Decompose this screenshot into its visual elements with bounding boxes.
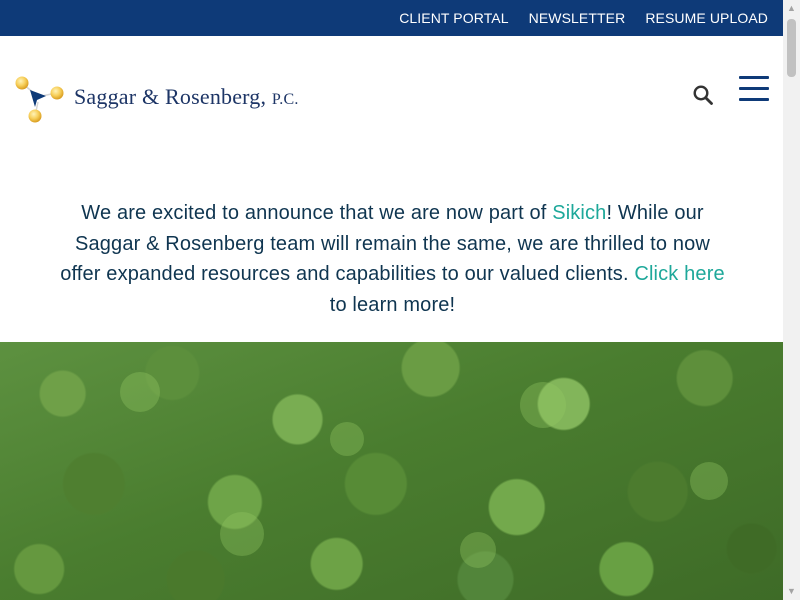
utility-bar: CLIENT PORTAL NEWSLETTER RESUME UPLOAD	[0, 0, 783, 36]
scrollbar[interactable]: ▲ ▼	[783, 0, 800, 600]
hamburger-menu-icon	[739, 76, 769, 79]
logo-name-second: Rosenberg	[165, 84, 261, 109]
scroll-down-arrow-icon[interactable]: ▼	[783, 583, 800, 600]
sikich-link[interactable]: Sikich	[552, 202, 606, 224]
logo-ampersand: &	[142, 84, 160, 109]
hamburger-menu-button[interactable]	[739, 76, 769, 101]
logo-suffix: P.C.	[271, 91, 299, 108]
page: CLIENT PORTAL NEWSLETTER RESUME UPLOAD S…	[0, 0, 783, 600]
announcement-text-1: We are excited to announce that we are n…	[81, 202, 553, 224]
site-logo[interactable]: Saggar & Rosenberg, P.C.	[14, 76, 324, 126]
resume-upload-link[interactable]: RESUME UPLOAD	[645, 0, 768, 36]
client-portal-link[interactable]: CLIENT PORTAL	[399, 0, 508, 36]
logo-name-first: Saggar	[74, 84, 137, 109]
hero-forest-image	[0, 342, 783, 600]
scrollbar-thumb[interactable]	[787, 19, 796, 77]
announcement-text-3: to learn more!	[329, 293, 456, 316]
click-here-link[interactable]: Click here	[634, 263, 724, 285]
newsletter-link[interactable]: NEWSLETTER	[529, 0, 626, 36]
logo-wordmark: Saggar & Rosenberg, P.C.	[74, 84, 299, 109]
logo-mark-icon	[15, 76, 64, 123]
announcement-banner: We are excited to announce that we are n…	[60, 198, 725, 320]
scroll-up-arrow-icon[interactable]: ▲	[783, 0, 800, 17]
site-header: Saggar & Rosenberg, P.C.	[0, 36, 783, 156]
search-button[interactable]	[692, 84, 716, 108]
search-icon	[693, 85, 713, 105]
